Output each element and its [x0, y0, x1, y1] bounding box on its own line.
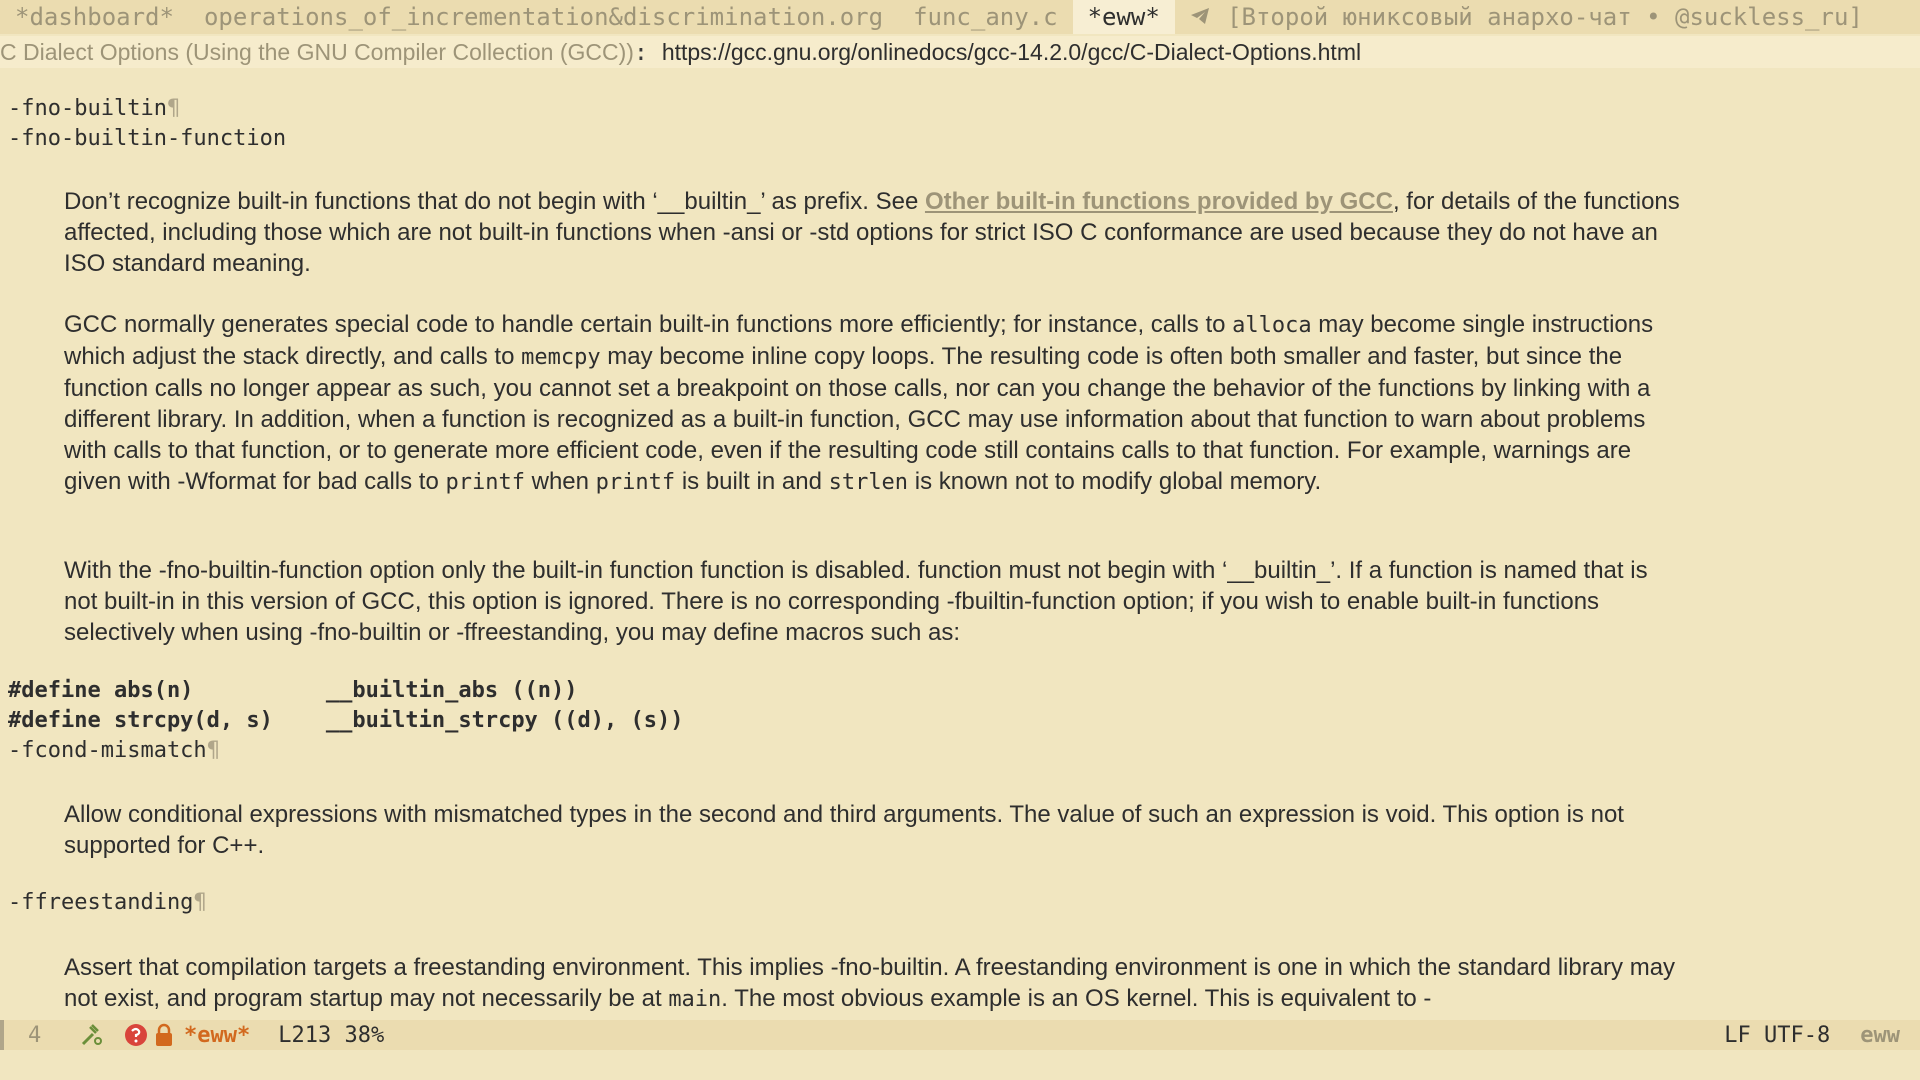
mode-line-indicator [0, 1020, 4, 1050]
echo-area [0, 1050, 1920, 1080]
page-url[interactable]: https://gcc.gnu.org/onlinedocs/gcc-14.2.… [662, 39, 1361, 65]
error-icon[interactable] [122, 1021, 150, 1049]
buffer-name: *eww* [184, 1022, 251, 1048]
text: is built in and [675, 468, 829, 495]
code-line: #define strcpy(d, s) __builtin_strcpy ((… [8, 708, 684, 733]
window-number: 4 [28, 1022, 42, 1048]
text: Allow conditional expressions with misma… [64, 801, 1624, 859]
inline-code: alloca [1232, 313, 1312, 338]
inline-code: memcpy [521, 345, 601, 370]
paragraph: Assert that compilation targets a freest… [64, 952, 1684, 1015]
page-header: C Dialect Options (Using the GNU Compile… [0, 36, 1920, 68]
lock-icon [150, 1021, 178, 1049]
send-icon [1190, 6, 1223, 31]
paragraph: GCC normally generates special code to h… [64, 309, 1684, 498]
tab-label: [Второй юниксовый анархо-чат • @suckless… [1227, 3, 1863, 31]
text: when [524, 468, 596, 495]
text: Don’t recognize built-in functions that … [64, 188, 925, 215]
text: . The most obvious example is an OS kern… [721, 985, 1432, 1012]
inline-code: printf [595, 470, 676, 495]
major-mode[interactable]: eww [1860, 1023, 1900, 1048]
text: GCC normally generates special code to h… [64, 311, 1233, 338]
header-separator: : [633, 40, 648, 66]
tools-icon[interactable] [78, 1021, 106, 1049]
paragraph: With the -fno-builtin-function option on… [64, 555, 1684, 648]
code-line: #define abs(n) __builtin_abs ((n)) [8, 678, 578, 703]
option-name: -ffreestanding [8, 890, 194, 915]
text: With the -fno-builtin-function option on… [64, 557, 1648, 646]
anchor-link[interactable]: ¶ [193, 890, 206, 915]
option-name: -fno-builtin [8, 96, 167, 121]
anchor-link[interactable]: ¶ [207, 738, 220, 763]
text: is known not to modify global memory. [908, 468, 1322, 495]
mode-line: 4 *eww* L213 38% LF UTF-8 eww [0, 1020, 1920, 1050]
tab-eww[interactable]: *eww* [1072, 0, 1175, 34]
option-heading: -fcond-mismatch¶ [8, 738, 220, 763]
option-heading: -fno-builtin-function [8, 126, 286, 151]
inline-code: printf [445, 470, 525, 495]
buffer-position: L213 38% [278, 1022, 385, 1048]
inline-code: main [668, 987, 722, 1012]
document-content: -fno-builtin¶ -fno-builtin-function Don’… [0, 72, 1920, 1020]
tab-label: *dashboard* [15, 3, 174, 31]
option-heading: -ffreestanding¶ [8, 890, 207, 915]
tab-dashboard[interactable]: *dashboard* [0, 0, 189, 34]
option-name: -fcond-mismatch [8, 738, 207, 763]
tab-telegram-chat[interactable]: [Второй юниксовый анархо-чат • @suckless… [1175, 0, 1878, 34]
option-heading: -fno-builtin¶ [8, 96, 180, 121]
page-title: C Dialect Options (Using the GNU Compile… [0, 39, 634, 65]
tab-org-file[interactable]: operations_of_incrementation&discriminat… [189, 0, 898, 34]
option-name: -fno-builtin-function [8, 126, 287, 151]
paragraph: Allow conditional expressions with misma… [64, 799, 1684, 861]
inline-code: strlen [828, 470, 909, 495]
tab-label: operations_of_incrementation&discriminat… [203, 3, 884, 31]
paragraph: Don’t recognize built-in functions that … [64, 186, 1684, 279]
tab-label: func_any.c [913, 3, 1058, 31]
tab-label: *eww* [1087, 3, 1160, 31]
link-other-builtins[interactable]: Other built-in functions provided by GCC [925, 188, 1393, 215]
tab-func-any-c[interactable]: func_any.c [898, 0, 1073, 34]
encoding-indicator[interactable]: LF UTF-8 [1724, 1023, 1830, 1048]
tab-bar: *dashboard* operations_of_incrementation… [0, 0, 1920, 34]
anchor-link[interactable]: ¶ [167, 96, 180, 121]
